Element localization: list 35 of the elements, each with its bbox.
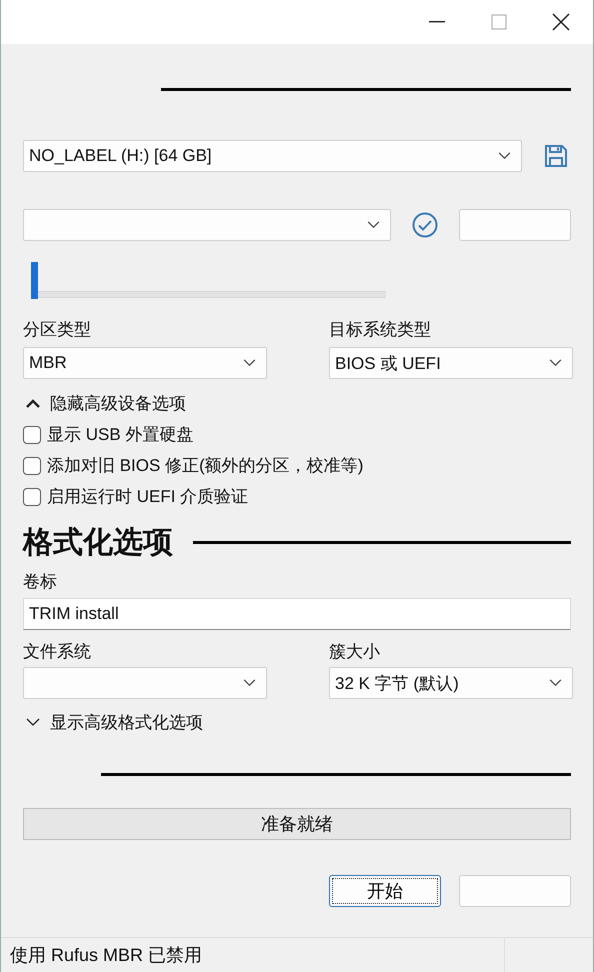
checkbox[interactable] — [23, 488, 41, 506]
chevron-icon — [549, 359, 562, 367]
checkbox-label: 添加对旧 BIOS 修正(额外的分区，校准等) — [47, 455, 364, 477]
chevron-icon — [498, 152, 511, 160]
partition-scheme-dropdown[interactable]: MBR — [23, 347, 267, 379]
chevron-icon — [26, 718, 40, 726]
advanced-format-toggle[interactable]: 显示高级格式化选项 — [23, 710, 203, 734]
start-button[interactable]: 开始 — [329, 875, 441, 907]
section-heading: 格式化选项 — [23, 524, 173, 560]
device-dropdown[interactable]: NO_LABEL (H:) [64 GB] — [23, 140, 522, 172]
checkbox-label: 显示 USB 外置硬盘 — [47, 424, 194, 446]
volume-label-field[interactable]: TRIM install — [23, 598, 571, 630]
target-system-dropdown[interactable]: BIOS 或 UEFI — [329, 347, 573, 379]
field-label: 文件系统 — [23, 641, 92, 663]
chevron-icon — [367, 221, 380, 229]
checkbox[interactable] — [23, 456, 41, 474]
field-label: 簇大小 — [329, 641, 381, 663]
field-label: 目标系统类型 — [329, 319, 432, 341]
field-label: 卷标 — [23, 571, 58, 593]
minimize-icon[interactable] — [429, 21, 445, 23]
advanced-options-toggle[interactable]: 隐藏高级设备选项 — [23, 391, 186, 415]
check-circle-icon[interactable] — [412, 212, 438, 238]
chevron-icon — [243, 679, 256, 687]
slider-thumb[interactable] — [31, 262, 38, 299]
chevron-icon — [243, 359, 256, 367]
save-icon[interactable] — [544, 144, 568, 168]
chevron-icon — [26, 398, 40, 408]
checkbox-label: 启用运行时 UEFI 介质验证 — [47, 486, 248, 508]
checkbox[interactable] — [23, 426, 41, 444]
cluster-size-dropdown[interactable]: 32 K 字节 (默认) — [329, 667, 573, 699]
status-text: 使用 Rufus MBR 已禁用 — [9, 944, 204, 967]
maximize-icon[interactable] — [491, 14, 507, 30]
field-label: 分区类型 — [23, 319, 92, 341]
chevron-icon — [549, 679, 562, 687]
close-icon[interactable] — [552, 13, 570, 31]
